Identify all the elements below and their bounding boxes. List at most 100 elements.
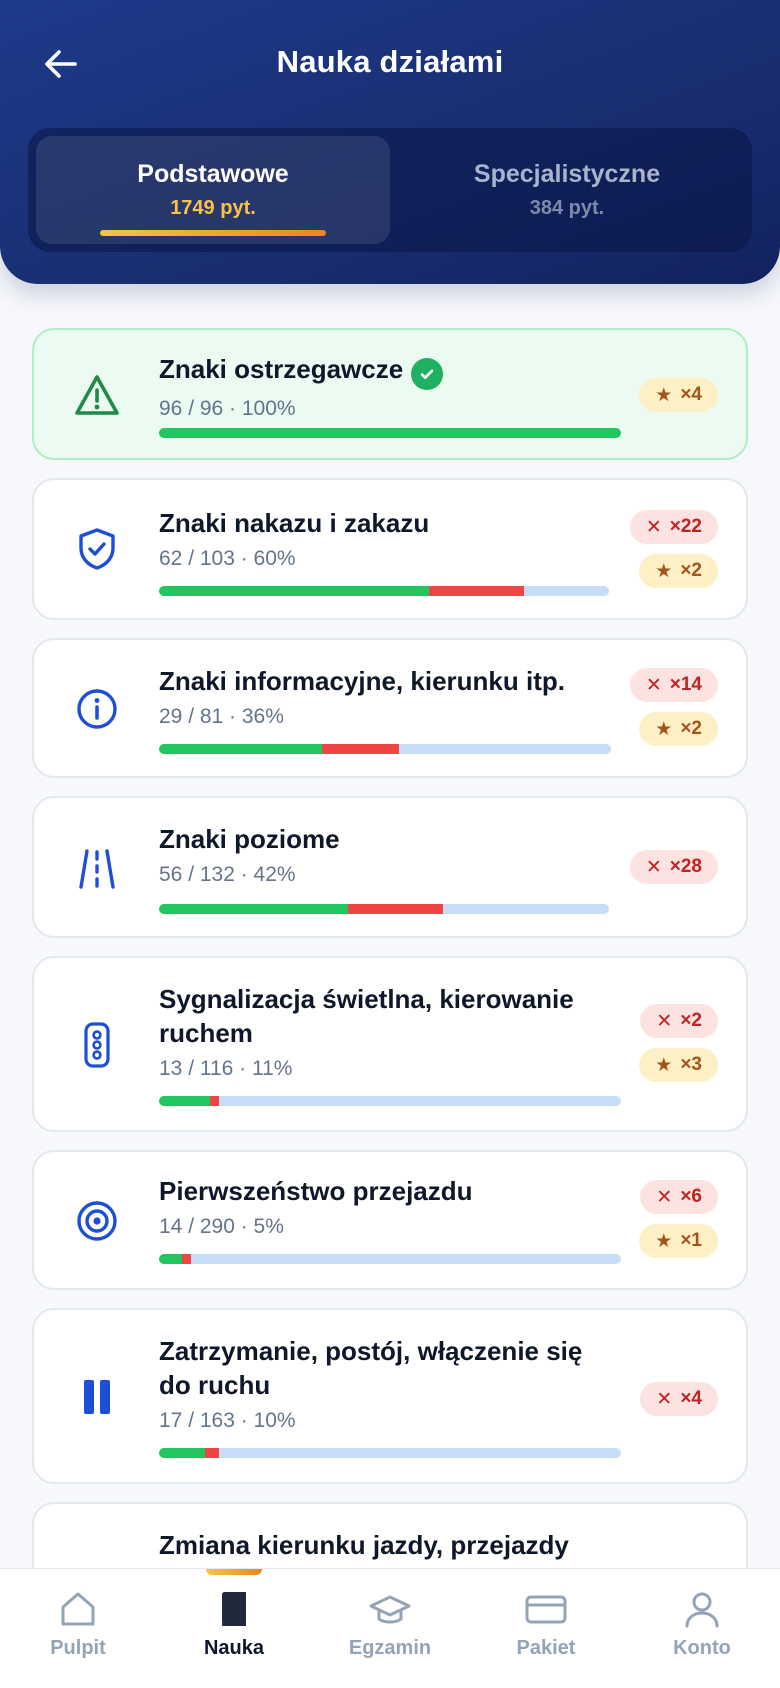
progress-correct	[159, 744, 322, 754]
stars-badge: ★ ×4	[639, 378, 718, 412]
book-icon	[222, 1592, 246, 1626]
x-icon: ✕	[645, 856, 662, 878]
star-icon: ★	[655, 1054, 673, 1076]
sections-list: Znaki ostrzegawcze 96 / 96 · 100% ★ ×4 Zn…	[32, 328, 748, 1660]
check-circle-icon	[411, 358, 444, 390]
progress-correct	[159, 586, 429, 596]
header: Nauka działami Podstawowe 1749 pyt. Spec…	[0, 0, 780, 284]
section-card[interactable]: Znaki informacyjne, kierunku itp. 29 / 8…	[32, 638, 748, 778]
stars-badge: ★ ×1	[639, 1224, 718, 1258]
progress-correct	[159, 1254, 183, 1264]
nav-label: Pakiet	[516, 1637, 576, 1659]
tab-count: 384 pyt.	[529, 197, 605, 219]
section-stats: 96 / 96 · 100%	[159, 397, 296, 420]
nav-label: Nauka	[203, 1637, 265, 1659]
errors-badge: ✕ ×22	[629, 510, 718, 544]
section-card[interactable]: Znaki ostrzegawcze 96 / 96 · 100% ★ ×4	[32, 328, 748, 460]
nav-item-egzamin[interactable]: Egzamin	[312, 1569, 468, 1688]
section-title: Zmiana kierunku jazdy, przejazdy	[159, 1530, 569, 1560]
nav-label: Konto	[673, 1637, 731, 1659]
section-card[interactable]: Sygnalizacja świetlna, kierowanie ruchem…	[32, 956, 748, 1132]
nav-item-nauka[interactable]: Nauka	[156, 1569, 312, 1688]
section-title: Sygnalizacja świetlna, kierowanie ruchem	[159, 984, 574, 1048]
x-icon: ✕	[645, 516, 662, 538]
errors-badge: ✕ ×2	[640, 1004, 718, 1038]
section-card[interactable]: Zatrzymanie, postój, włączenie się do ru…	[32, 1308, 748, 1484]
star-icon: ★	[655, 718, 673, 740]
errors-badge: ✕ ×28	[629, 850, 718, 884]
stars-badge: ★ ×2	[639, 712, 718, 746]
section-title: Pierwszeństwo przejazdu	[159, 1176, 473, 1206]
star-icon: ★	[655, 1230, 673, 1252]
nav-item-konto[interactable]: Konto	[624, 1569, 780, 1688]
star-icon: ★	[655, 384, 673, 406]
active-nav-indicator	[206, 1569, 262, 1575]
section-card[interactable]: Znaki nakazu i zakazu 62 / 103 · 60% ✕ ×2…	[32, 478, 748, 620]
section-stats: 14 / 290 · 5%	[159, 1215, 284, 1238]
progress-bar	[159, 904, 609, 914]
progress-bar	[159, 744, 611, 754]
stars-badge: ★ ×3	[639, 1048, 718, 1082]
section-stats: 56 / 132 · 42%	[159, 863, 296, 886]
card-icon	[525, 1595, 567, 1624]
stars-badge: ★ ×2	[639, 554, 718, 588]
x-icon: ✕	[656, 1186, 673, 1208]
section-title: Znaki poziome	[159, 824, 340, 854]
traffic-light-icon	[70, 1018, 124, 1072]
section-title: Znaki ostrzegawcze	[159, 354, 404, 384]
progress-correct	[159, 428, 621, 438]
info-icon	[70, 682, 124, 736]
progress-bar	[159, 428, 621, 438]
tab-label: Specjalistyczne	[473, 160, 661, 188]
graduation-cap-icon	[369, 1595, 411, 1624]
progress-wrong	[348, 904, 443, 914]
section-title: Znaki informacyjne, kierunku itp.	[159, 666, 565, 696]
progress-bar	[159, 1254, 621, 1264]
target-icon	[70, 1194, 124, 1248]
section-title: Zatrzymanie, postój, włączenie się do ru…	[159, 1336, 583, 1400]
road-lanes-icon	[70, 842, 124, 896]
section-stats: 62 / 103 · 60%	[159, 547, 296, 570]
warning-triangle-icon	[70, 368, 124, 422]
progress-correct	[159, 1448, 206, 1458]
tab-label: Podstawowe	[137, 160, 289, 188]
section-card[interactable]: Znaki poziome 56 / 132 · 42% ✕ ×28	[32, 796, 748, 938]
progress-wrong	[321, 744, 399, 754]
pause-icon	[70, 1370, 124, 1424]
section-stats: 17 / 163 · 10%	[159, 1409, 296, 1432]
progress-wrong	[205, 1448, 220, 1458]
active-tab-indicator	[100, 230, 326, 236]
star-icon: ★	[655, 560, 673, 582]
nav-label: Pulpit	[50, 1637, 106, 1659]
errors-badge: ✕ ×6	[640, 1180, 718, 1214]
progress-wrong	[209, 1096, 220, 1106]
section-card[interactable]: Pierwszeństwo przejazdu 14 / 290 · 5% ✕ ×…	[32, 1150, 748, 1290]
nav-item-pakiet[interactable]: Pakiet	[468, 1569, 624, 1688]
progress-correct	[159, 1096, 210, 1106]
x-icon: ✕	[656, 1388, 673, 1410]
shield-check-icon	[70, 522, 124, 576]
tab-count: 1749 pyt.	[170, 197, 256, 219]
nav-label: Egzamin	[348, 1637, 432, 1659]
user-icon	[685, 1592, 719, 1628]
progress-bar	[159, 1096, 621, 1106]
progress-correct	[159, 904, 348, 914]
errors-badge: ✕ ×14	[629, 668, 718, 702]
home-icon	[61, 1592, 95, 1626]
progress-bar	[159, 586, 609, 596]
progress-wrong	[429, 586, 524, 596]
x-icon: ✕	[656, 1010, 673, 1032]
section-stats: 13 / 116 · 11%	[159, 1057, 293, 1080]
bottom-nav: Pulpit Nauka Egzamin Pakiet Konto	[0, 1568, 780, 1688]
category-tabs: Podstawowe 1749 pyt. Specjalistyczne 384…	[28, 128, 752, 252]
progress-wrong	[182, 1254, 192, 1264]
progress-bar	[159, 1448, 621, 1458]
section-title: Znaki nakazu i zakazu	[159, 508, 430, 538]
tab-specjalistyczne[interactable]: Specjalistyczne 384 pyt.	[390, 136, 744, 244]
tab-podstawowe[interactable]: Podstawowe 1749 pyt.	[36, 136, 390, 244]
x-icon: ✕	[645, 674, 662, 696]
page-title: Nauka działami	[276, 44, 504, 79]
errors-badge: ✕ ×4	[640, 1382, 718, 1416]
nav-item-pulpit[interactable]: Pulpit	[0, 1569, 156, 1688]
section-stats: 29 / 81 · 36%	[159, 705, 284, 728]
